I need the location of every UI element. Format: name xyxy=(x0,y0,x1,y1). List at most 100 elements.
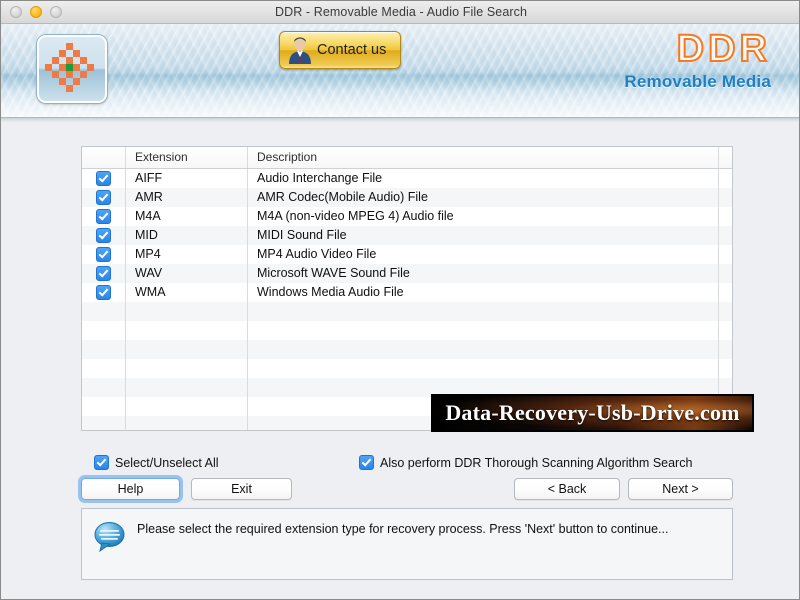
table-row[interactable]: AMRAMR Codec(Mobile Audio) File xyxy=(82,188,732,207)
speech-bubble-icon xyxy=(93,521,127,558)
row-checkbox[interactable] xyxy=(82,245,126,264)
row-spacer xyxy=(719,283,732,302)
close-button-icon[interactable] xyxy=(10,6,22,18)
row-empty-cell xyxy=(126,359,248,378)
table-row[interactable]: WAVMicrosoft WAVE Sound File xyxy=(82,264,732,283)
contact-us-button[interactable]: Contact us xyxy=(279,31,401,69)
contact-us-label: Contact us xyxy=(317,42,386,58)
table-row-empty xyxy=(82,359,732,378)
row-checkbox-box[interactable] xyxy=(96,247,111,262)
row-checkbox-box[interactable] xyxy=(96,266,111,281)
table-row[interactable]: AIFFAudio Interchange File xyxy=(82,169,732,188)
row-empty-cell xyxy=(126,302,248,321)
row-description: MIDI Sound File xyxy=(248,226,719,245)
window-title: DDR - Removable Media - Audio File Searc… xyxy=(1,1,800,24)
column-header-description: Description xyxy=(248,147,719,168)
table-row-empty xyxy=(82,340,732,359)
row-empty-cell xyxy=(719,340,732,359)
row-description: Audio Interchange File xyxy=(248,169,719,188)
table-row-empty xyxy=(82,321,732,340)
zoom-button-icon[interactable] xyxy=(50,6,62,18)
watermark-text: Data-Recovery-Usb-Drive.com xyxy=(445,400,739,426)
row-spacer xyxy=(719,226,732,245)
row-description: Microsoft WAVE Sound File xyxy=(248,264,719,283)
table-header-row: Extension Description xyxy=(82,147,732,169)
exit-button[interactable]: Exit xyxy=(191,478,292,500)
window-controls xyxy=(10,6,62,18)
row-extension: AIFF xyxy=(126,169,248,188)
row-empty-cell xyxy=(248,321,719,340)
next-button[interactable]: Next > xyxy=(628,478,733,500)
minimize-button-icon[interactable] xyxy=(30,6,42,18)
site-watermark: Data-Recovery-Usb-Drive.com xyxy=(431,394,754,432)
row-checkbox[interactable] xyxy=(82,283,126,302)
row-description: MP4 Audio Video File xyxy=(248,245,719,264)
select-all-checkbox[interactable]: Select/Unselect All xyxy=(94,455,219,470)
row-empty-cell xyxy=(82,378,126,397)
table-row-empty xyxy=(82,302,732,321)
row-checkbox-box[interactable] xyxy=(96,228,111,243)
row-extension: AMR xyxy=(126,188,248,207)
title-bar: DDR - Removable Media - Audio File Searc… xyxy=(1,1,800,24)
table-row[interactable]: MP4MP4 Audio Video File xyxy=(82,245,732,264)
column-header-spacer xyxy=(719,147,732,168)
row-extension: MID xyxy=(126,226,248,245)
row-empty-cell xyxy=(719,302,732,321)
thorough-scan-checkbox[interactable]: Also perform DDR Thorough Scanning Algor… xyxy=(359,455,692,470)
application-window: DDR - Removable Media - Audio File Searc… xyxy=(0,0,800,600)
row-checkbox[interactable] xyxy=(82,169,126,188)
ddr-logo: DDR Removable Media xyxy=(624,29,771,93)
row-extension: WMA xyxy=(126,283,248,302)
thorough-scan-checkbox-box[interactable] xyxy=(359,455,374,470)
column-header-extension: Extension xyxy=(126,147,248,168)
row-description: AMR Codec(Mobile Audio) File xyxy=(248,188,719,207)
row-checkbox-box[interactable] xyxy=(96,209,111,224)
row-empty-cell xyxy=(248,302,719,321)
options-row: Select/Unselect All Also perform DDR Tho… xyxy=(1,455,800,475)
extension-table: Extension Description AIFFAudio Intercha… xyxy=(81,146,733,431)
row-empty-cell xyxy=(126,378,248,397)
thorough-scan-label: Also perform DDR Thorough Scanning Algor… xyxy=(380,456,692,470)
row-checkbox[interactable] xyxy=(82,188,126,207)
table-row[interactable]: M4AM4A (non-video MPEG 4) Audio file xyxy=(82,207,732,226)
row-empty-cell xyxy=(248,340,719,359)
row-checkbox-box[interactable] xyxy=(96,171,111,186)
person-icon xyxy=(287,36,313,64)
row-empty-cell xyxy=(126,321,248,340)
ddr-logo-secondary: Removable Media xyxy=(624,71,771,93)
row-description: M4A (non-video MPEG 4) Audio file xyxy=(248,207,719,226)
row-checkbox[interactable] xyxy=(82,207,126,226)
column-header-checkbox xyxy=(82,147,126,168)
table-row[interactable]: MIDMIDI Sound File xyxy=(82,226,732,245)
row-description: Windows Media Audio File xyxy=(248,283,719,302)
row-spacer xyxy=(719,188,732,207)
info-panel: Please select the required extension typ… xyxy=(81,508,733,580)
app-icon xyxy=(37,35,107,103)
row-empty-cell xyxy=(719,321,732,340)
row-empty-cell xyxy=(82,416,126,431)
row-spacer xyxy=(719,207,732,226)
row-checkbox-box[interactable] xyxy=(96,285,111,300)
row-empty-cell xyxy=(126,416,248,431)
help-button[interactable]: Help xyxy=(81,478,180,500)
row-empty-cell xyxy=(82,321,126,340)
row-empty-cell xyxy=(82,340,126,359)
back-button[interactable]: < Back xyxy=(514,478,620,500)
row-checkbox[interactable] xyxy=(82,226,126,245)
row-empty-cell xyxy=(126,340,248,359)
row-checkbox[interactable] xyxy=(82,264,126,283)
row-spacer xyxy=(719,264,732,283)
ddr-logo-primary: DDR xyxy=(624,29,771,69)
row-spacer xyxy=(719,245,732,264)
row-extension: MP4 xyxy=(126,245,248,264)
row-checkbox-box[interactable] xyxy=(96,190,111,205)
row-extension: WAV xyxy=(126,264,248,283)
row-empty-cell xyxy=(82,397,126,416)
row-empty-cell xyxy=(82,359,126,378)
table-body: AIFFAudio Interchange FileAMRAMR Codec(M… xyxy=(82,169,732,431)
content-area: Extension Description AIFFAudio Intercha… xyxy=(1,122,800,600)
select-all-label: Select/Unselect All xyxy=(115,456,219,470)
row-empty-cell xyxy=(719,359,732,378)
select-all-checkbox-box[interactable] xyxy=(94,455,109,470)
table-row[interactable]: WMAWindows Media Audio File xyxy=(82,283,732,302)
